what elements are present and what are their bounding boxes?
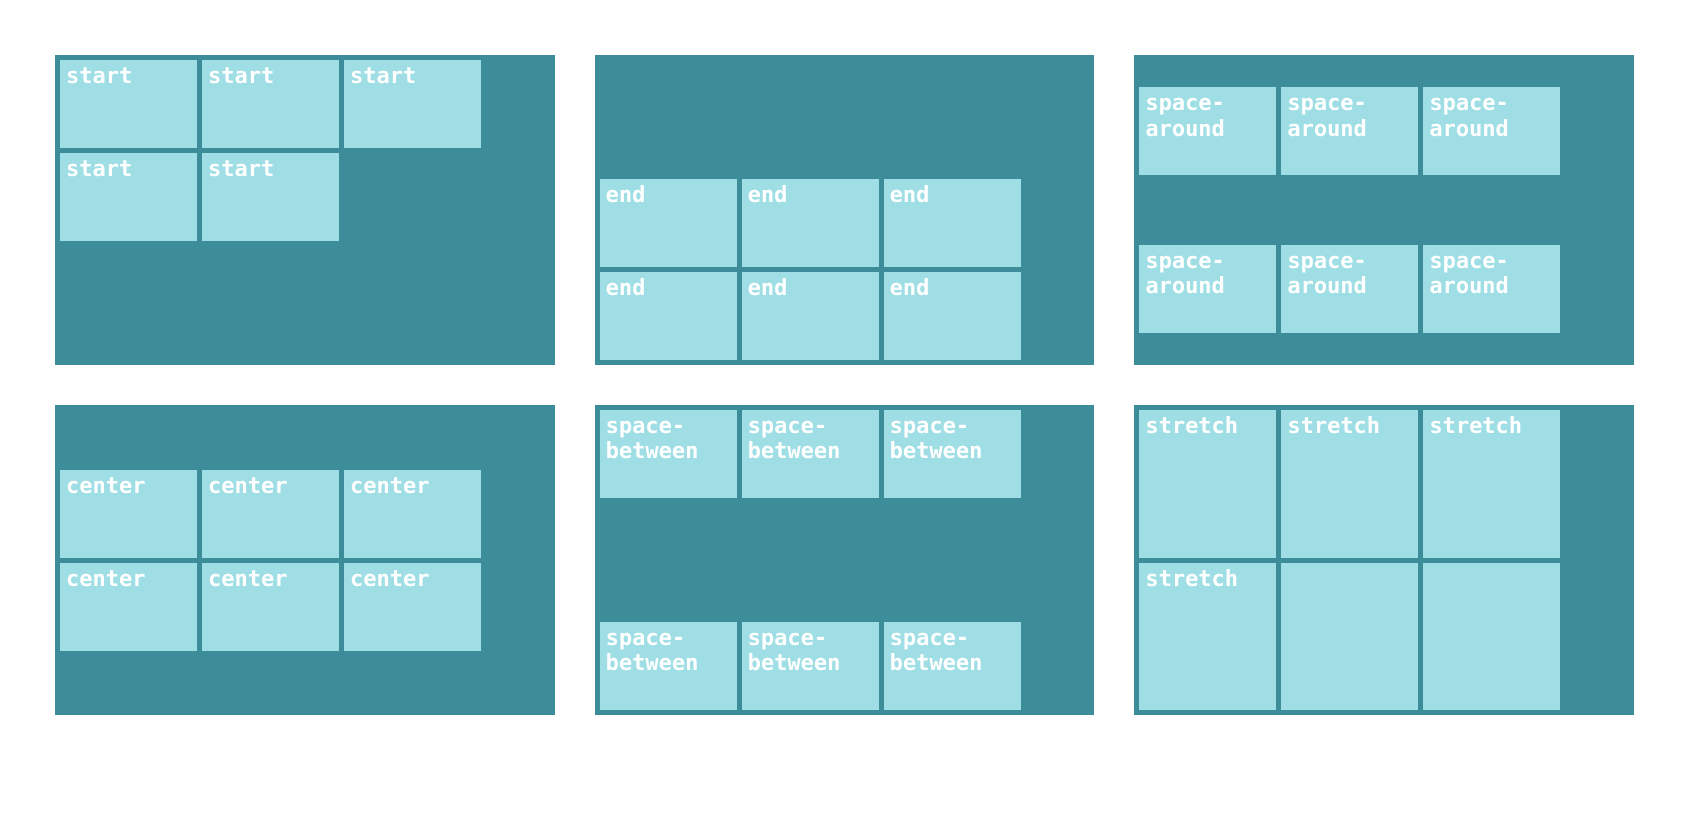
grid-item: space-between <box>742 622 879 710</box>
grid-item: stretch <box>1139 410 1276 558</box>
panel-align-space-around: space-around space-around space-around s… <box>1134 55 1634 365</box>
grid-item: end <box>742 272 879 360</box>
grid-item: center <box>202 563 339 651</box>
grid-item: stretch <box>1423 410 1560 558</box>
grid-item: start <box>60 60 197 148</box>
panel-align-end: end end end end end end <box>595 55 1095 365</box>
grid-item: space-around <box>1281 245 1418 333</box>
panel-align-start: start start start start start <box>55 55 555 365</box>
panel-align-space-between: space-between space-between space-betwee… <box>595 405 1095 715</box>
grid-item: end <box>742 179 879 267</box>
grid-item: center <box>344 470 481 558</box>
grid-item: space-around <box>1139 245 1276 333</box>
grid-item: center <box>202 470 339 558</box>
grid-item: space-between <box>600 410 737 498</box>
grid-item: center <box>60 563 197 651</box>
grid-item: space-between <box>742 410 879 498</box>
grid-item: center <box>60 470 197 558</box>
grid-item: space-around <box>1423 245 1560 333</box>
grid-item <box>1281 563 1418 711</box>
grid-item: end <box>884 179 1021 267</box>
grid-item: stretch <box>1281 410 1418 558</box>
grid-item: space-around <box>1423 87 1560 175</box>
panel-align-stretch: stretch stretch stretch stretch <box>1134 405 1634 715</box>
grid-item: space-between <box>884 622 1021 710</box>
grid-item <box>1423 563 1560 711</box>
grid-item: start <box>344 60 481 148</box>
grid-item: start <box>202 153 339 241</box>
grid-item: end <box>600 272 737 360</box>
grid-item: space-around <box>1139 87 1276 175</box>
grid-item: space-between <box>600 622 737 710</box>
grid-item: space-around <box>1281 87 1418 175</box>
panel-align-center: center center center center center cente… <box>55 405 555 715</box>
grid-item: end <box>600 179 737 267</box>
grid-item: center <box>344 563 481 651</box>
grid-align-content-diagram: start start start start start end end en… <box>55 55 1634 715</box>
grid-item: end <box>884 272 1021 360</box>
grid-item: stretch <box>1139 563 1276 711</box>
grid-item: start <box>202 60 339 148</box>
grid-item: start <box>60 153 197 241</box>
grid-item: space-between <box>884 410 1021 498</box>
